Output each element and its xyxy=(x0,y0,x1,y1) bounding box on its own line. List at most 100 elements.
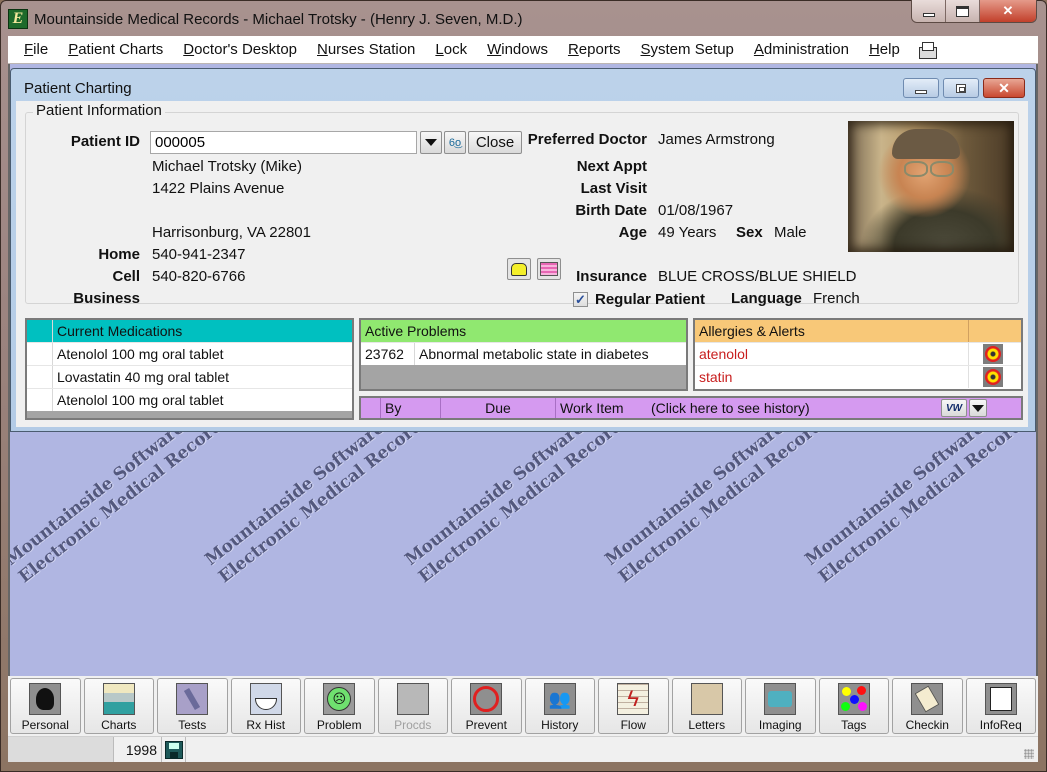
window-controls: ✕ xyxy=(911,0,1037,23)
child-restore-button[interactable] xyxy=(943,78,979,98)
allergy-row[interactable]: atenolol xyxy=(695,342,1021,365)
title-bar: E Mountainside Medical Records - Michael… xyxy=(8,0,1039,34)
medications-header[interactable]: Current Medications xyxy=(27,320,352,342)
birth-date-value: 01/08/1967 xyxy=(658,202,734,219)
search-patient-button[interactable]: 6͜o xyxy=(444,131,466,154)
allergy-name: atenolol xyxy=(695,343,969,365)
cell-phone-label: Cell xyxy=(112,268,140,285)
toolbar-button-rx-hist[interactable]: Rx Hist xyxy=(230,678,301,734)
watermark-line2: Electronic Medical Records xyxy=(415,409,635,588)
toolbar-button-tests[interactable]: Tests xyxy=(157,678,228,734)
app-icon: E xyxy=(8,9,28,29)
toolbar-button-personal[interactable]: Personal xyxy=(10,678,81,734)
patient-id-input[interactable] xyxy=(150,131,417,154)
toolbar-button-letters[interactable]: Letters xyxy=(671,678,742,734)
problems-grid: Active Problems 23762 Abnormal metabolic… xyxy=(359,318,688,391)
restore-icon xyxy=(956,83,966,93)
work-history-link[interactable]: (Click here to see history) xyxy=(651,400,941,416)
allergy-name: statin xyxy=(695,366,969,388)
patient-address-line1: 1422 Plains Avenue xyxy=(152,180,285,197)
toolbar-button-tags[interactable]: Tags xyxy=(818,678,889,734)
patient-id-dropdown-button[interactable] xyxy=(420,131,442,154)
menu-reports[interactable]: Reports xyxy=(568,41,621,58)
child-close-button[interactable]: ✕ xyxy=(983,78,1025,98)
toolbar-button-label: Personal xyxy=(21,718,69,732)
child-minimize-button[interactable] xyxy=(903,78,939,98)
folders-icon xyxy=(102,683,135,715)
work-col-by: By xyxy=(381,398,441,418)
patient-name: Michael Trotsky (Mike) xyxy=(152,158,303,175)
minimize-button[interactable] xyxy=(912,0,946,22)
menu-system-setup[interactable]: System Setup xyxy=(641,41,734,58)
toolbar-button-history[interactable]: 👥 History xyxy=(524,678,595,734)
toolbar-button-label: History xyxy=(541,718,579,732)
toolbar-button-checkin[interactable]: Checkin xyxy=(892,678,963,734)
menu-bar: File Patient Charts Doctor's Desktop Nur… xyxy=(8,36,1038,64)
insurance-card-button[interactable] xyxy=(537,258,561,280)
business-phone-label: Business xyxy=(73,290,140,307)
close-patient-button[interactable]: Close xyxy=(468,131,522,154)
telephone-icon xyxy=(511,262,527,276)
toolbar-button-label: Letters xyxy=(688,718,726,732)
medication-row[interactable]: Atenolol 100 mg oral tablet xyxy=(27,388,352,411)
phone-button[interactable] xyxy=(507,258,531,280)
insurance-value: BLUE CROSS/BLUE SHIELD xyxy=(658,268,857,285)
watermark-line2: Electronic Medical Records xyxy=(215,409,435,588)
allergies-header[interactable]: Allergies & Alerts xyxy=(695,320,1021,342)
problems-header[interactable]: Active Problems xyxy=(361,320,686,342)
color-tags-icon xyxy=(837,683,870,715)
problem-row[interactable]: 23762 Abnormal metabolic state in diabet… xyxy=(361,342,686,365)
menu-administration[interactable]: Administration xyxy=(754,41,849,58)
work-items-bar[interactable]: By Due Work Item (Click here to see hist… xyxy=(359,396,1023,420)
allergy-alert-icon xyxy=(983,367,1003,387)
allergy-alert-icon xyxy=(983,344,1003,364)
toolbar-button-inforeq[interactable]: InfoReq xyxy=(965,678,1036,734)
language-value: French xyxy=(813,290,860,307)
work-col-item: Work Item xyxy=(560,400,624,416)
toolbar-button-label: Prevent xyxy=(465,718,507,732)
chevron-down-icon xyxy=(972,404,984,412)
window-title: Mountainside Medical Records - Michael T… xyxy=(34,10,523,28)
toolbar-button-label: Procds xyxy=(394,718,432,732)
menu-windows[interactable]: Windows xyxy=(487,41,548,58)
menu-doctors-desktop[interactable]: Doctor's Desktop xyxy=(183,41,297,58)
age-label: Age xyxy=(618,224,647,241)
toolbar-button-flow[interactable]: ϟ Flow xyxy=(598,678,669,734)
last-visit-label: Last Visit xyxy=(580,180,647,197)
menu-lock[interactable]: Lock xyxy=(435,41,467,58)
printer-icon[interactable] xyxy=(918,41,937,59)
close-window-button[interactable]: ✕ xyxy=(980,0,1036,22)
menu-file[interactable]: File xyxy=(24,41,48,58)
medication-row[interactable]: Lovastatin 40 mg oral tablet xyxy=(27,365,352,388)
work-items-dropdown-button[interactable] xyxy=(969,399,987,417)
menu-help[interactable]: Help xyxy=(869,41,900,58)
allergy-row[interactable]: statin xyxy=(695,365,1021,388)
toolbar-button-imaging[interactable]: Imaging xyxy=(745,678,816,734)
save-status[interactable] xyxy=(162,737,186,762)
history-people-icon: 👥 xyxy=(543,683,576,715)
toolbar-button-charts[interactable]: Charts xyxy=(83,678,154,734)
problem-code: 23762 xyxy=(361,343,415,365)
procedure-icon xyxy=(396,683,429,715)
menu-nurses-station[interactable]: Nurses Station xyxy=(317,41,415,58)
mortar-pestle-icon xyxy=(249,683,282,715)
medication-row[interactable]: Atenolol 100 mg oral tablet xyxy=(27,342,352,365)
close-icon: ✕ xyxy=(998,79,1010,96)
regular-patient-checkbox[interactable]: ✓ xyxy=(573,292,588,307)
maximize-button[interactable] xyxy=(946,0,980,22)
toolbar-button-procds[interactable]: Procds xyxy=(377,678,448,734)
work-item-signature-button[interactable]: VW xyxy=(941,399,967,417)
menu-patient-charts[interactable]: Patient Charts xyxy=(68,41,163,58)
patient-photo xyxy=(848,121,1014,252)
resize-grip[interactable] xyxy=(1024,749,1034,759)
patient-id-label: Patient ID xyxy=(70,133,140,150)
toolbar-button-label: Flow xyxy=(620,718,646,732)
toolbar-button-problem[interactable]: ☹ Problem xyxy=(304,678,375,734)
toolbar-button-prevent[interactable]: Prevent xyxy=(451,678,522,734)
regular-patient-label: Regular Patient xyxy=(595,291,706,308)
maximize-icon xyxy=(956,5,969,17)
preferred-doctor-label: Preferred Doctor xyxy=(527,131,647,148)
minimize-icon xyxy=(915,89,927,94)
allergies-grid: Allergies & Alerts atenolol statin xyxy=(693,318,1023,391)
medications-header-label: Current Medications xyxy=(57,323,183,339)
